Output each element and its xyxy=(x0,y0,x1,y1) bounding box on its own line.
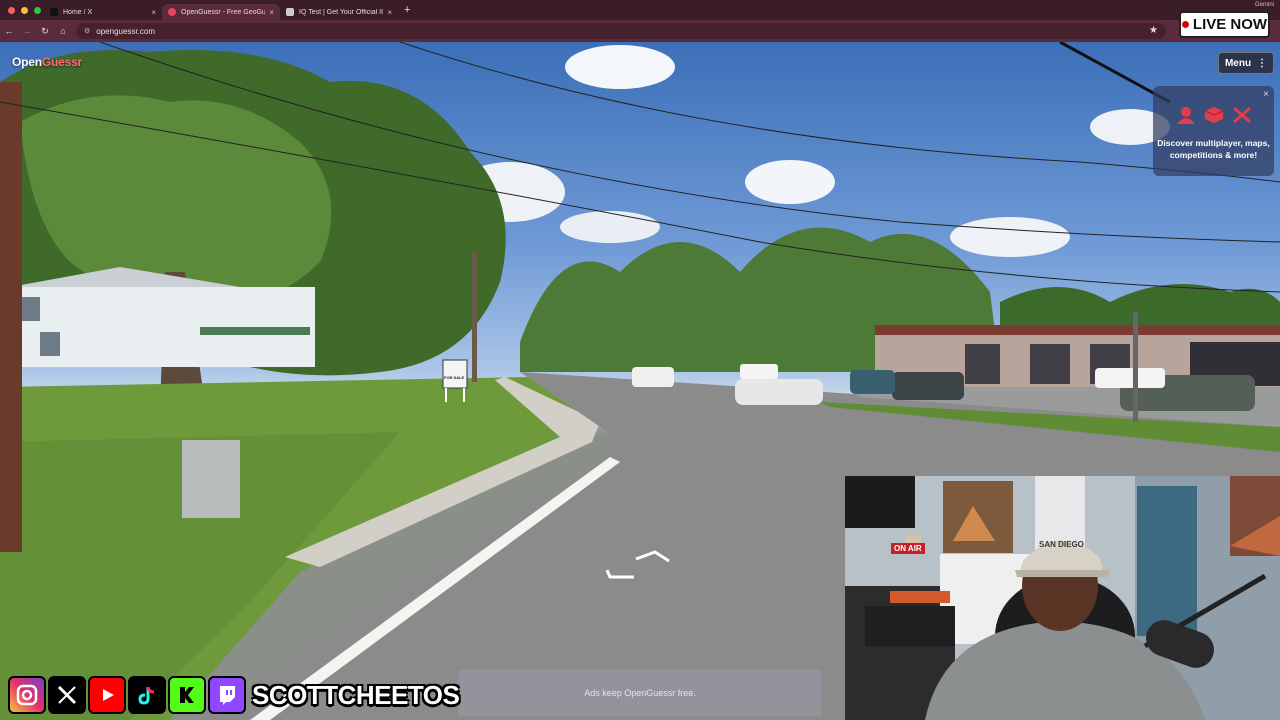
browser-toolbar: ← → ↻ ⌂ ⚙ openguessr.com xyxy=(0,20,1280,42)
home-icon[interactable]: ⌂ xyxy=(54,26,72,36)
tab-iq-test[interactable]: IQ Test | Get Your Official IQ × xyxy=(280,4,398,20)
live-now-badge: LIVE NOW xyxy=(1179,11,1270,38)
x-favicon-icon xyxy=(50,8,58,16)
reload-icon[interactable]: ↻ xyxy=(36,26,54,37)
browser-tab-bar: Home / X × OpenGuessr - Free GeoGuessr ×… xyxy=(0,0,1280,20)
address-bar[interactable]: ⚙ openguessr.com xyxy=(76,23,1166,39)
menu-button-label: Menu xyxy=(1224,57,1252,69)
tab-close-icon[interactable]: × xyxy=(151,8,156,17)
on-air-sign: ON AIR xyxy=(891,543,925,554)
iq-favicon-icon xyxy=(286,8,294,16)
minimize-window-button[interactable] xyxy=(21,6,28,14)
tiktok-icon xyxy=(128,676,166,714)
multiplayer-icon xyxy=(1176,106,1196,124)
promo-close-icon[interactable]: × xyxy=(1263,89,1269,100)
site-info-icon[interactable]: ⚙ xyxy=(84,27,90,35)
more-vertical-icon: ⋮ xyxy=(1257,57,1268,69)
openguessr-favicon-icon xyxy=(168,8,176,16)
live-now-label: LIVE NOW xyxy=(1192,16,1268,33)
ads-bar: Ads keep OpenGuessr free. xyxy=(458,670,822,716)
webcam-image xyxy=(845,476,1280,720)
competition-swords-icon xyxy=(1232,106,1252,124)
maximize-window-button[interactable] xyxy=(34,6,41,14)
forward-arrow-icon[interactable]: → xyxy=(18,26,36,36)
for-sale-sign-text: FOR SALE xyxy=(444,375,465,380)
tab-title: Home / X xyxy=(63,8,93,16)
x-icon xyxy=(48,676,86,714)
live-dot-icon xyxy=(1181,21,1189,28)
youtube-icon xyxy=(88,676,126,714)
promo-panel[interactable]: × Discover multiplayer, maps, competitio… xyxy=(1153,86,1274,176)
ads-text: Ads keep OpenGuessr free. xyxy=(584,688,696,698)
back-arrow-icon[interactable]: ← xyxy=(0,26,18,36)
webcam-feed: ON AIR SAN DIEGO xyxy=(845,476,1280,720)
tab-title: OpenGuessr - Free GeoGuessr xyxy=(181,8,266,16)
tab-close-icon[interactable]: × xyxy=(387,8,392,17)
tab-openguessr[interactable]: OpenGuessr - Free GeoGuessr × xyxy=(162,4,280,20)
instagram-icon xyxy=(8,676,46,714)
tab-home-x[interactable]: Home / X × xyxy=(44,4,162,20)
tab-title: IQ Test | Get Your Official IQ xyxy=(299,8,384,16)
promo-icons xyxy=(1153,106,1274,124)
menu-button[interactable]: Menu ⋮ xyxy=(1218,52,1274,74)
openguessr-logo[interactable]: OpenGuessr xyxy=(12,55,82,69)
maps-cube-icon xyxy=(1204,106,1224,124)
streamer-handle: SCOTTCHEETOS xyxy=(252,679,460,710)
kick-icon xyxy=(168,676,206,714)
bookmark-star-icon[interactable]: ★ xyxy=(1149,25,1158,36)
twitch-icon xyxy=(208,676,246,714)
close-window-button[interactable] xyxy=(8,6,15,14)
window-controls xyxy=(0,6,44,14)
tab-close-icon[interactable]: × xyxy=(269,8,274,17)
cap-logo-text: SAN DIEGO xyxy=(1039,540,1084,549)
logo-text-accent: Guessr xyxy=(41,55,83,69)
social-handles: SCOTTCHEETOS xyxy=(8,676,460,714)
new-tab-button[interactable]: + xyxy=(404,4,410,16)
logo-text-main: Open xyxy=(12,55,42,69)
promo-text: Discover multiplayer, maps, competitions… xyxy=(1157,138,1270,160)
profile-label[interactable]: Gemini xyxy=(1255,2,1274,8)
address-url: openguessr.com xyxy=(96,26,155,36)
